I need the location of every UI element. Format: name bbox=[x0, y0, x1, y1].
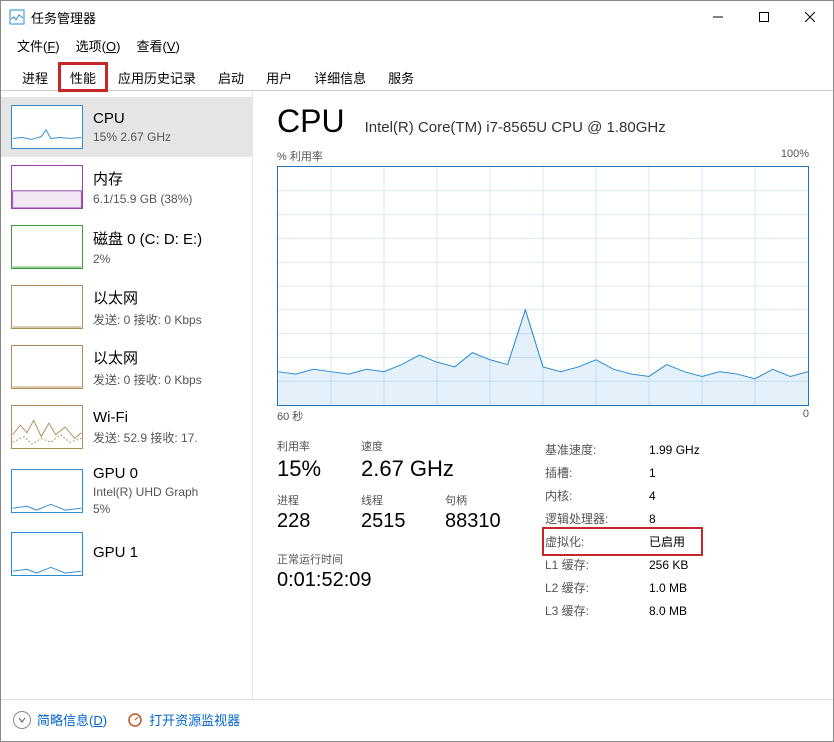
sidebar-item-3[interactable]: 以太网发送: 0 接收: 0 Kbps bbox=[1, 277, 252, 337]
menu-文件[interactable]: 文件(F) bbox=[11, 34, 66, 57]
sidebar-item-2[interactable]: 磁盘 0 (C: D: E:)2% bbox=[1, 217, 252, 277]
thumb-icon bbox=[11, 469, 83, 513]
chart-label-tl: % 利用率 bbox=[277, 148, 323, 164]
app-icon bbox=[9, 9, 25, 25]
uptime-value: 0:01:52:09 bbox=[277, 569, 505, 592]
sidebar-item-5[interactable]: Wi-Fi发送: 52.9 接收: 17. bbox=[1, 397, 252, 457]
rstat-row: 内核:4 bbox=[545, 484, 700, 507]
resource-monitor-link[interactable]: 打开资源监视器 bbox=[127, 710, 240, 729]
stat-句柄: 句柄88310 bbox=[445, 492, 505, 533]
chart-label-tr: 100% bbox=[781, 148, 809, 164]
thumb-icon bbox=[11, 165, 83, 209]
detail-model: Intel(R) Core(TM) i7-8565U CPU @ 1.80GHz bbox=[365, 119, 666, 136]
thumb-icon bbox=[11, 532, 83, 576]
rstat-row: L1 缓存:256 KB bbox=[545, 553, 700, 576]
rstat-row: L2 缓存:1.0 MB bbox=[545, 576, 700, 599]
thumb-icon bbox=[11, 105, 83, 149]
sidebar-item-1[interactable]: 内存6.1/15.9 GB (38%) bbox=[1, 157, 252, 217]
sidebar-item-7[interactable]: GPU 1 bbox=[1, 524, 252, 584]
menu-选项[interactable]: 选项(O) bbox=[70, 34, 127, 57]
stat-进程: 进程228 bbox=[277, 492, 337, 533]
titlebar: 任务管理器 bbox=[1, 1, 833, 33]
tabbar: 进程性能应用历史记录启动用户详细信息服务 bbox=[1, 63, 833, 91]
sidebar[interactable]: CPU15% 2.67 GHz内存6.1/15.9 GB (38%)磁盘 0 (… bbox=[1, 91, 253, 699]
maximize-button[interactable] bbox=[741, 1, 787, 33]
chart-label-br: 0 bbox=[803, 408, 809, 424]
menubar: 文件(F)选项(O)查看(V) bbox=[1, 33, 833, 57]
detail-title: CPU bbox=[277, 103, 345, 140]
stat-利用率: 利用率15% bbox=[277, 438, 337, 482]
tab-6[interactable]: 服务 bbox=[377, 63, 425, 91]
chevron-down-icon bbox=[13, 711, 31, 729]
tab-5[interactable]: 详细信息 bbox=[303, 63, 377, 91]
close-button[interactable] bbox=[787, 1, 833, 33]
uptime-label: 正常运行时间 bbox=[277, 551, 505, 567]
footer: 简略信息(D) 打开资源监视器 bbox=[1, 699, 833, 739]
menu-查看[interactable]: 查看(V) bbox=[130, 34, 185, 57]
monitor-icon bbox=[127, 712, 143, 728]
tab-1[interactable]: 性能 bbox=[59, 63, 107, 91]
thumb-icon bbox=[11, 285, 83, 329]
tab-4[interactable]: 用户 bbox=[255, 63, 303, 91]
cpu-chart bbox=[277, 166, 809, 406]
tab-2[interactable]: 应用历史记录 bbox=[107, 63, 207, 91]
detail-pane: CPU Intel(R) Core(TM) i7-8565U CPU @ 1.8… bbox=[253, 91, 833, 699]
thumb-icon bbox=[11, 405, 83, 449]
sidebar-item-4[interactable]: 以太网发送: 0 接收: 0 Kbps bbox=[1, 337, 252, 397]
window-title: 任务管理器 bbox=[31, 8, 695, 27]
sidebar-item-0[interactable]: CPU15% 2.67 GHz bbox=[1, 97, 252, 157]
thumb-icon bbox=[11, 225, 83, 269]
rstat-row: 插槽:1 bbox=[545, 461, 700, 484]
brief-info-link[interactable]: 简略信息(D) bbox=[13, 710, 107, 729]
rstat-row: 基准速度:1.99 GHz bbox=[545, 438, 700, 461]
rstat-row: 逻辑处理器:8 bbox=[545, 507, 700, 530]
stat-速度: 速度2.67 GHz bbox=[361, 438, 454, 482]
chart-label-bl: 60 秒 bbox=[277, 408, 303, 424]
thumb-icon bbox=[11, 345, 83, 389]
tab-0[interactable]: 进程 bbox=[11, 63, 59, 91]
sidebar-item-6[interactable]: GPU 0Intel(R) UHD Graph5% bbox=[1, 457, 252, 524]
rstat-row: L3 缓存:8.0 MB bbox=[545, 599, 700, 622]
rstat-row: 虚拟化:已启用 bbox=[545, 530, 700, 553]
tab-3[interactable]: 启动 bbox=[207, 63, 255, 91]
stat-线程: 线程2515 bbox=[361, 492, 421, 533]
minimize-button[interactable] bbox=[695, 1, 741, 33]
right-stats: 基准速度:1.99 GHz插槽:1内核:4逻辑处理器:8虚拟化:已启用L1 缓存… bbox=[545, 438, 700, 622]
